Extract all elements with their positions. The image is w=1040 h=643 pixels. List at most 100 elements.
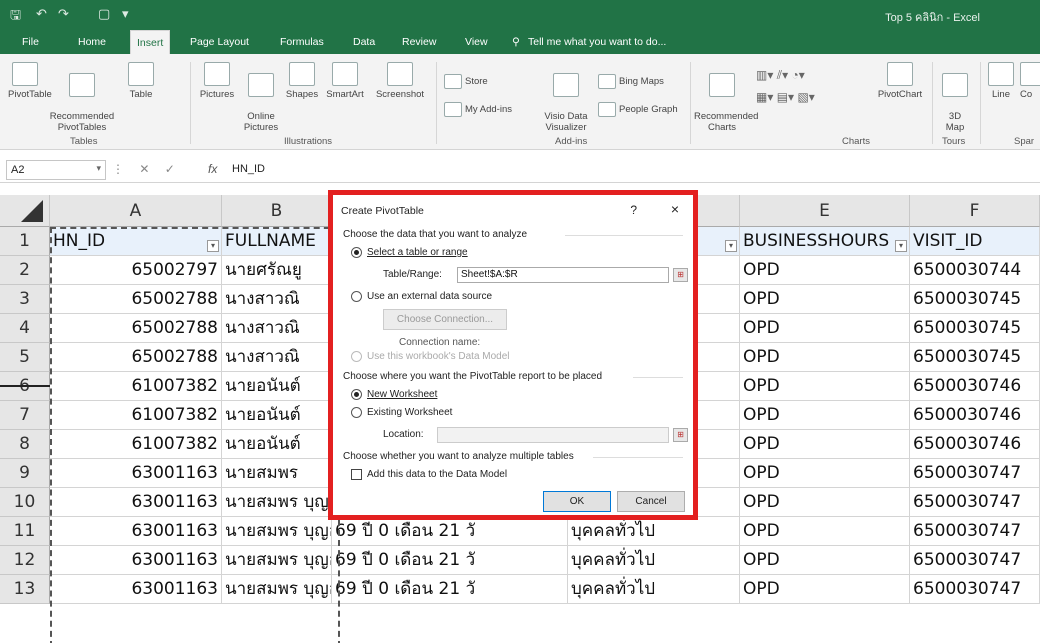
cell-B9[interactable]: นายสมพร bbox=[222, 459, 332, 488]
cancel-button[interactable]: Cancel bbox=[617, 491, 685, 512]
combo-chart-icon[interactable]: ▧▾ bbox=[797, 90, 814, 104]
cell-E13[interactable]: OPD bbox=[740, 575, 910, 604]
existing-worksheet-radio[interactable] bbox=[351, 407, 362, 418]
tab-home[interactable]: Home bbox=[78, 30, 106, 54]
row-header[interactable]: 1 bbox=[0, 227, 50, 256]
tab-file[interactable]: File bbox=[22, 30, 39, 54]
sparkline-column-button[interactable]: Co bbox=[1020, 62, 1040, 100]
formula-cancel-enter-icons[interactable]: ⋮ ✕ ✓ bbox=[112, 162, 181, 176]
header-cell-E[interactable]: BUSINESSHOURS ▾ bbox=[740, 227, 910, 256]
pie-chart-icon[interactable]: ◔▾ bbox=[791, 68, 804, 82]
header-cell-A[interactable]: HN_ID ▾ bbox=[50, 227, 222, 256]
cell-C12[interactable]: 69 ปี 0 เดือน 21 วั bbox=[332, 546, 568, 575]
existing-worksheet-label[interactable]: Existing Worksheet bbox=[367, 407, 452, 418]
tab-formulas[interactable]: Formulas bbox=[280, 30, 324, 54]
chart-type-gallery[interactable]: ▥▾ ⫽▾ ◔▾ ▦▾ ▤▾ ▧▾ bbox=[756, 64, 866, 108]
cell-F6[interactable]: 6500030746 bbox=[910, 372, 1040, 401]
cell-A13[interactable]: 63001163 bbox=[50, 575, 222, 604]
tell-me-box[interactable]: Tell me what you want to do... bbox=[528, 30, 666, 54]
cell-A9[interactable]: 63001163 bbox=[50, 459, 222, 488]
data-model-radio[interactable] bbox=[351, 351, 362, 362]
cell-F10[interactable]: 6500030747 bbox=[910, 488, 1040, 517]
cell-A12[interactable]: 63001163 bbox=[50, 546, 222, 575]
column-chart-icon[interactable]: ▥▾ bbox=[756, 68, 773, 82]
cell-A2[interactable]: 65002797 bbox=[50, 256, 222, 285]
tab-insert[interactable]: Insert bbox=[130, 30, 171, 54]
cell-B4[interactable]: นางสาวณิ bbox=[222, 314, 332, 343]
cell-A8[interactable]: 61007382 bbox=[50, 430, 222, 459]
cell-B8[interactable]: นายอนันต์ bbox=[222, 430, 332, 459]
row-header[interactable]: 11 bbox=[0, 517, 50, 546]
cell-E5[interactable]: OPD bbox=[740, 343, 910, 372]
customize-qat-icon[interactable]: ▾ bbox=[122, 6, 129, 22]
cell-E8[interactable]: OPD bbox=[740, 430, 910, 459]
cell-F11[interactable]: 6500030747 bbox=[910, 517, 1040, 546]
cell-A3[interactable]: 65002788 bbox=[50, 285, 222, 314]
undo-icon[interactable]: ↶ bbox=[36, 6, 47, 22]
column-header-A[interactable]: A bbox=[50, 195, 222, 227]
help-icon[interactable]: ? bbox=[630, 203, 637, 217]
new-doc-icon[interactable]: ▢ bbox=[98, 6, 110, 22]
close-icon[interactable]: × bbox=[671, 201, 679, 217]
cell-C13[interactable]: 69 ปี 0 เดือน 21 วั bbox=[332, 575, 568, 604]
cell-F13[interactable]: 6500030747 bbox=[910, 575, 1040, 604]
row-header[interactable]: 3 bbox=[0, 285, 50, 314]
cell-D12[interactable]: บุคคลทั่วไป bbox=[568, 546, 740, 575]
tab-data[interactable]: Data bbox=[353, 30, 375, 54]
cell-E6[interactable]: OPD bbox=[740, 372, 910, 401]
cell-E3[interactable]: OPD bbox=[740, 285, 910, 314]
cell-D13[interactable]: บุคคลทั่วไป bbox=[568, 575, 740, 604]
external-source-label[interactable]: Use an external data source bbox=[367, 291, 492, 302]
choose-connection-button[interactable]: Choose Connection... bbox=[383, 309, 507, 330]
column-header-B[interactable]: B bbox=[222, 195, 332, 227]
cell-B10[interactable]: นายสมพร บุญอบ bbox=[222, 488, 332, 517]
cell-E12[interactable]: OPD bbox=[740, 546, 910, 575]
cell-A7[interactable]: 61007382 bbox=[50, 401, 222, 430]
row-header[interactable]: 12 bbox=[0, 546, 50, 575]
row-header[interactable]: 13 bbox=[0, 575, 50, 604]
pivottable-button[interactable]: PivotTable bbox=[8, 62, 52, 100]
visio-data-visualizer-button[interactable]: Visio Data Visualizer bbox=[538, 62, 594, 133]
range-picker-icon[interactable]: ⊞ bbox=[673, 268, 688, 282]
cell-D11[interactable]: บุคคลทั่วไป bbox=[568, 517, 740, 546]
3d-map-button[interactable]: 3D Map bbox=[938, 62, 972, 133]
my-addins-button[interactable]: My Add-ins bbox=[444, 102, 512, 117]
cell-B11[interactable]: นายสมพร บุญอบ bbox=[222, 517, 332, 546]
new-worksheet-label[interactable]: New Worksheet bbox=[367, 389, 437, 400]
save-icon[interactable]: 🖫 bbox=[10, 6, 21, 28]
cell-C11[interactable]: 69 ปี 0 เดือน 21 วั bbox=[332, 517, 568, 546]
cell-E10[interactable]: OPD bbox=[740, 488, 910, 517]
online-pictures-button[interactable]: Online Pictures bbox=[240, 62, 282, 133]
cell-F7[interactable]: 6500030746 bbox=[910, 401, 1040, 430]
table-range-input[interactable]: Sheet!$A:$R bbox=[457, 267, 669, 283]
name-box[interactable]: A2 ▾ bbox=[6, 160, 106, 180]
row-header[interactable]: 7 bbox=[0, 401, 50, 430]
recommended-pivottables-button[interactable]: Recommended PivotTables bbox=[42, 62, 122, 133]
row-header[interactable]: 2 bbox=[0, 256, 50, 285]
cell-E11[interactable]: OPD bbox=[740, 517, 910, 546]
row-header[interactable]: 4 bbox=[0, 314, 50, 343]
redo-icon[interactable]: ↷ bbox=[58, 6, 69, 22]
location-input[interactable] bbox=[437, 427, 669, 443]
tab-review[interactable]: Review bbox=[402, 30, 436, 54]
cell-B6[interactable]: นายอนันต์ bbox=[222, 372, 332, 401]
filter-dropdown-icon[interactable]: ▾ bbox=[895, 240, 907, 252]
row-header[interactable]: 9 bbox=[0, 459, 50, 488]
location-picker-icon[interactable]: ⊞ bbox=[673, 428, 688, 442]
line-chart-icon[interactable]: ⫽▾ bbox=[777, 68, 788, 82]
row-header[interactable]: 10 bbox=[0, 488, 50, 517]
cell-F4[interactable]: 6500030745 bbox=[910, 314, 1040, 343]
screenshot-button[interactable]: Screenshot bbox=[370, 62, 430, 100]
cell-A11[interactable]: 63001163 bbox=[50, 517, 222, 546]
header-cell-B[interactable]: FULLNAME bbox=[222, 227, 332, 256]
cell-F3[interactable]: 6500030745 bbox=[910, 285, 1040, 314]
people-graph-button[interactable]: People Graph bbox=[598, 102, 678, 117]
cell-A4[interactable]: 65002788 bbox=[50, 314, 222, 343]
cell-B5[interactable]: นางสาวณิ bbox=[222, 343, 332, 372]
filter-dropdown-icon[interactable]: ▾ bbox=[725, 240, 737, 252]
cell-E7[interactable]: OPD bbox=[740, 401, 910, 430]
recommended-charts-button[interactable]: Recommended Charts bbox=[694, 62, 758, 133]
sparkline-line-button[interactable]: Line bbox=[986, 62, 1016, 100]
row-header[interactable]: 8 bbox=[0, 430, 50, 459]
shapes-button[interactable]: Shapes bbox=[284, 62, 320, 100]
